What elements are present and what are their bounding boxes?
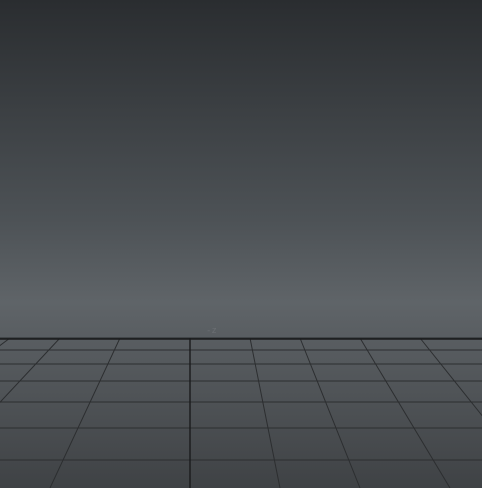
axis-label: -z xyxy=(206,326,217,336)
ground-grid xyxy=(0,337,482,488)
maya-3d-viewport[interactable]: -z xyxy=(0,0,482,488)
viewport-canvas[interactable] xyxy=(0,0,482,488)
